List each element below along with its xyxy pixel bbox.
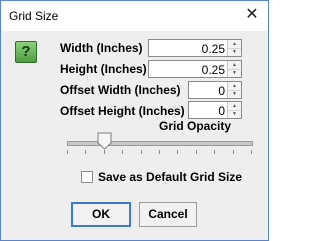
slider-tick: [85, 150, 86, 154]
save-default-label[interactable]: Save as Default Grid Size: [98, 170, 242, 184]
save-default-checkbox[interactable]: [81, 171, 93, 183]
width-spinner[interactable]: 0.25 ▲ ▼: [148, 39, 242, 57]
width-spin-buttons[interactable]: ▲ ▼: [227, 40, 241, 56]
help-question-icon: ?: [15, 41, 37, 63]
grid-opacity-label: Grid Opacity: [159, 119, 232, 133]
slider-tick: [141, 150, 142, 154]
offset-width-spinner[interactable]: 0 ▲ ▼: [188, 81, 242, 99]
slider-tick: [67, 150, 68, 154]
slider-tick: [233, 150, 234, 154]
height-spinner[interactable]: 0.25 ▲ ▼: [148, 60, 242, 78]
offset-height-value[interactable]: 0: [218, 104, 225, 118]
height-label: Height (Inches): [60, 62, 147, 76]
offset-width-value[interactable]: 0: [218, 84, 225, 98]
offset-width-spin-buttons[interactable]: ▲ ▼: [227, 82, 241, 98]
grid-size-dialog: Grid Size ✕ ? Width (Inches) 0.25 ▲ ▼ He…: [0, 0, 269, 241]
slider-tick: [122, 150, 123, 154]
height-spin-buttons[interactable]: ▲ ▼: [227, 61, 241, 77]
dialog-content: ? Width (Inches) 0.25 ▲ ▼ Height (Inches…: [1, 31, 268, 240]
ok-button[interactable]: OK: [71, 202, 131, 227]
slider-tick: [214, 150, 215, 154]
grid-opacity-slider-thumb[interactable]: [97, 132, 112, 150]
spin-down-icon[interactable]: ▼: [228, 110, 241, 118]
spin-down-icon[interactable]: ▼: [228, 48, 241, 56]
slider-tick: [251, 150, 252, 154]
cancel-button[interactable]: Cancel: [139, 202, 197, 227]
spin-down-icon[interactable]: ▼: [228, 90, 241, 98]
slider-tick: [104, 150, 105, 154]
window-title: Grid Size: [9, 9, 59, 23]
offset-height-spinner[interactable]: 0 ▲ ▼: [188, 101, 242, 119]
offset-height-spin-buttons[interactable]: ▲ ▼: [227, 102, 241, 118]
slider-tick: [196, 150, 197, 154]
height-value[interactable]: 0.25: [202, 63, 225, 77]
offset-width-label: Offset Width (Inches): [60, 83, 181, 97]
title-bar: Grid Size ✕: [1, 1, 268, 31]
close-icon[interactable]: ✕: [237, 1, 267, 31]
width-value[interactable]: 0.25: [202, 42, 225, 56]
offset-height-label: Offset Height (Inches): [60, 104, 185, 118]
width-label: Width (Inches): [60, 41, 143, 55]
slider-tick: [159, 150, 160, 154]
grid-opacity-slider-track[interactable]: [67, 141, 253, 146]
spin-down-icon[interactable]: ▼: [228, 69, 241, 77]
slider-tick: [177, 150, 178, 154]
